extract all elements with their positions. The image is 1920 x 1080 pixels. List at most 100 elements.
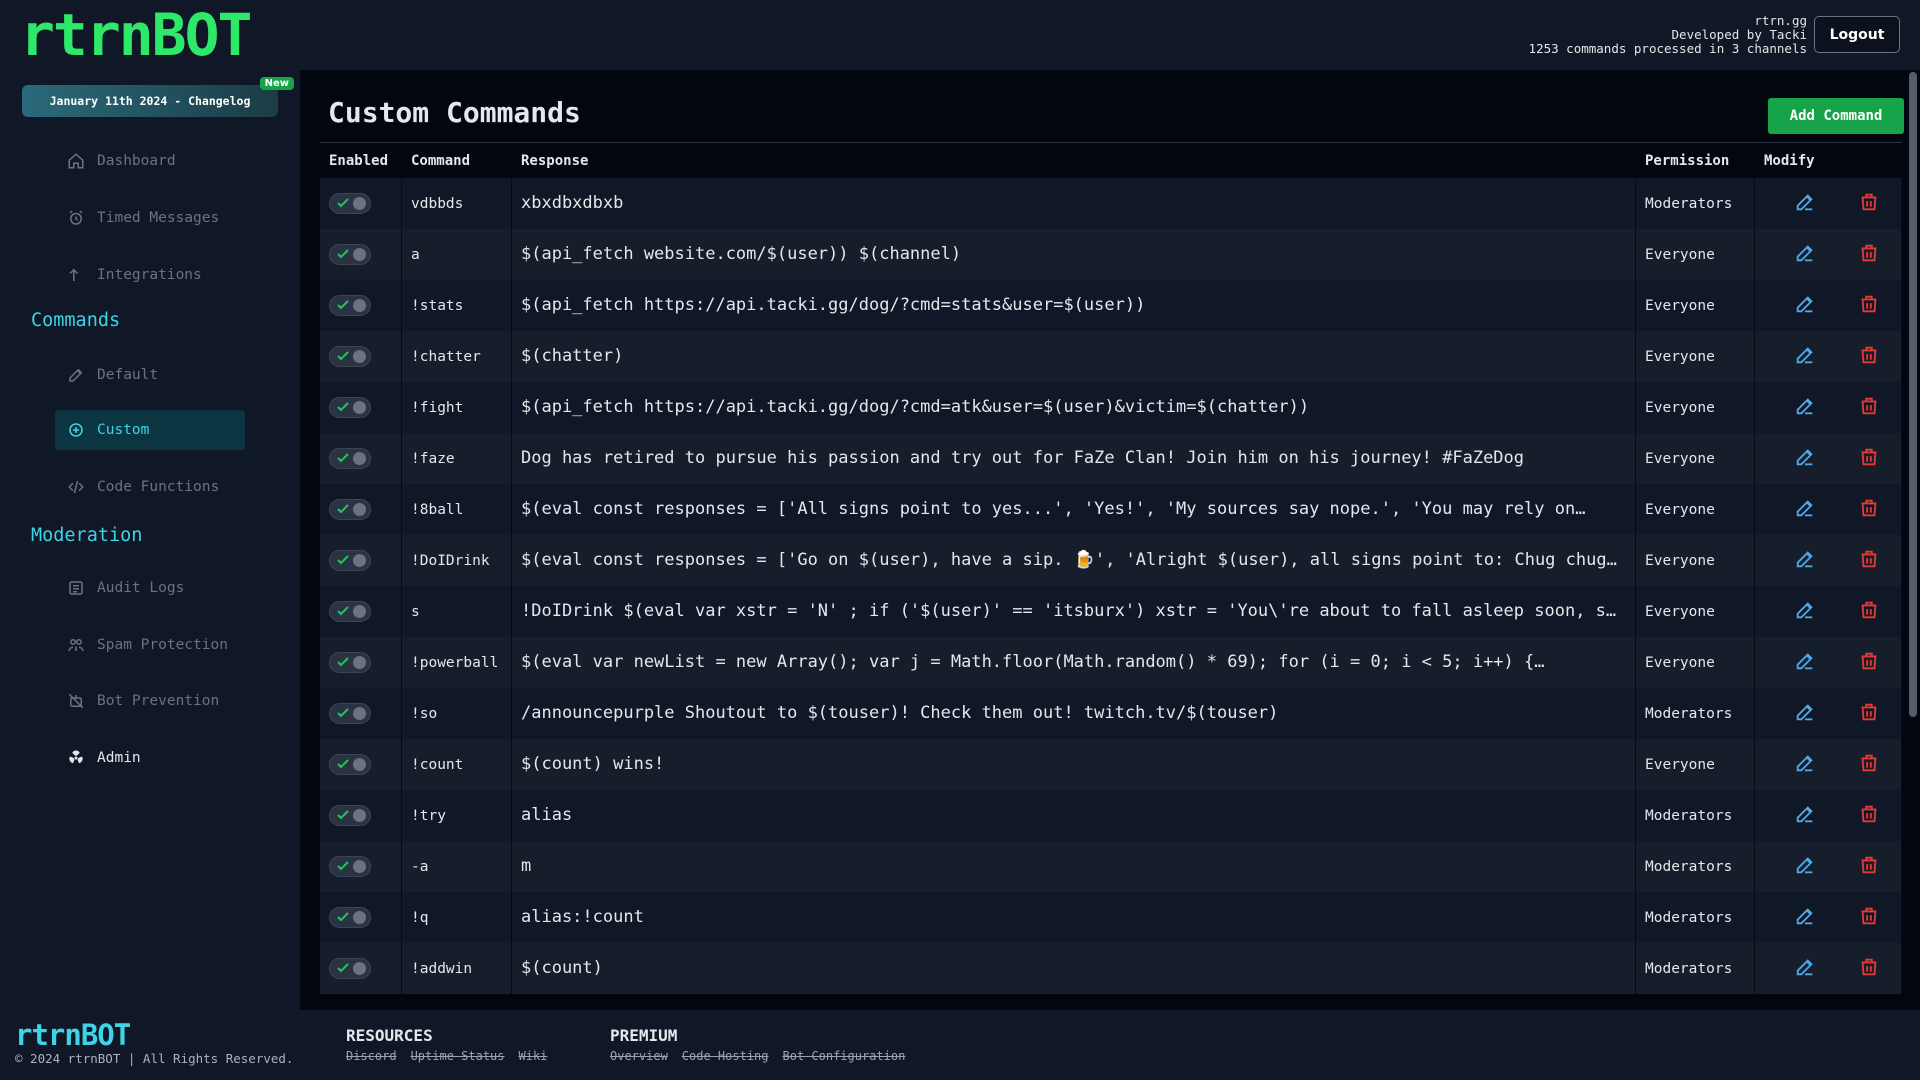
sidebar-item-spam-protection[interactable]: Spam Protection: [55, 625, 245, 665]
trash-icon[interactable]: [1858, 650, 1880, 676]
enabled-cell: [320, 688, 402, 739]
enabled-toggle[interactable]: [329, 958, 371, 979]
trash-icon[interactable]: [1858, 548, 1880, 574]
footer: rtrnBOT © 2024 rtrnBOT | All Rights Rese…: [0, 1010, 1920, 1080]
trash-icon[interactable]: [1858, 446, 1880, 472]
edit-icon[interactable]: [1794, 803, 1816, 829]
trash-icon[interactable]: [1858, 497, 1880, 523]
trash-icon[interactable]: [1858, 242, 1880, 268]
footer-link-wiki[interactable]: Wiki: [519, 1049, 548, 1063]
edit-icon[interactable]: [1794, 854, 1816, 880]
sidebar-item-label: Custom: [97, 422, 150, 438]
alarm-icon: [69, 210, 83, 225]
edit-icon[interactable]: [1794, 701, 1816, 727]
sidebar-item-bot-prevention[interactable]: Bot Prevention: [55, 681, 245, 721]
enabled-cell: [320, 943, 402, 994]
edit-icon[interactable]: [1794, 191, 1816, 217]
trash-icon[interactable]: [1858, 344, 1880, 370]
enabled-cell: [320, 790, 402, 841]
enabled-toggle[interactable]: [329, 652, 371, 673]
enabled-toggle[interactable]: [329, 601, 371, 622]
enabled-toggle[interactable]: [329, 907, 371, 928]
permission-cell: Everyone: [1636, 433, 1755, 484]
edit-icon[interactable]: [1794, 905, 1816, 931]
enabled-toggle[interactable]: [329, 703, 371, 724]
top-header: rtrnBOT rtrn.gg Developed by Tacki 1253 …: [0, 0, 1920, 70]
footer-link-discord[interactable]: Discord: [346, 1049, 397, 1063]
sidebar-item-code-functions[interactable]: Code Functions: [55, 467, 245, 507]
trash-icon[interactable]: [1858, 752, 1880, 778]
sidebar-item-dashboard[interactable]: Dashboard: [55, 141, 245, 181]
enabled-toggle[interactable]: [329, 244, 371, 265]
enabled-toggle[interactable]: [329, 193, 371, 214]
toggle-knob: [353, 707, 366, 720]
trash-icon[interactable]: [1858, 293, 1880, 319]
add-command-button[interactable]: Add Command: [1768, 98, 1904, 134]
enabled-toggle[interactable]: [329, 397, 371, 418]
sidebar-item-integrations[interactable]: Integrations: [55, 255, 245, 295]
edit-icon[interactable]: [1794, 446, 1816, 472]
trash-icon[interactable]: [1858, 701, 1880, 727]
toggle-knob: [353, 962, 366, 975]
edit-icon[interactable]: [1794, 242, 1816, 268]
trash-icon[interactable]: [1858, 956, 1880, 982]
response-cell: alias:!count: [512, 892, 1636, 943]
enabled-toggle[interactable]: [329, 346, 371, 367]
sidebar-item-label: Code Functions: [97, 479, 220, 495]
trash-icon[interactable]: [1858, 854, 1880, 880]
edit-icon[interactable]: [1794, 497, 1816, 523]
logo[interactable]: rtrnBOT: [20, 2, 252, 68]
edit-icon[interactable]: [1794, 344, 1816, 370]
footer-link-uptime-status[interactable]: Uptime Status: [411, 1049, 505, 1063]
enabled-toggle[interactable]: [329, 295, 371, 316]
command-cell: !q: [402, 892, 512, 943]
footer-copyright: © 2024 rtrnBOT | All Rights Reserved.: [15, 1051, 294, 1066]
column-header-enabled: Enabled: [329, 152, 389, 169]
footer-link-overview[interactable]: Overview: [610, 1049, 668, 1063]
sidebar-item-admin[interactable]: Admin: [55, 738, 245, 778]
header-info: rtrn.gg Developed by Tacki 1253 commands…: [1529, 14, 1807, 56]
logout-button[interactable]: Logout: [1814, 16, 1900, 53]
trash-icon[interactable]: [1858, 803, 1880, 829]
sidebar-item-default[interactable]: Default: [55, 355, 245, 395]
check-icon: [337, 249, 349, 259]
edit-icon[interactable]: [1794, 956, 1816, 982]
response-cell: $(api_fetch https://api.tacki.gg/dog/?cm…: [512, 280, 1636, 331]
toggle-knob: [353, 197, 366, 210]
trash-icon[interactable]: [1858, 395, 1880, 421]
edit-icon[interactable]: [1794, 752, 1816, 778]
enabled-toggle[interactable]: [329, 805, 371, 826]
sidebar-item-custom[interactable]: Custom: [55, 410, 245, 450]
trash-icon[interactable]: [1858, 191, 1880, 217]
main-content: Custom Commands Add Command Enabled Comm…: [318, 70, 1908, 1010]
permission-cell: Everyone: [1636, 229, 1755, 280]
footer-logo: rtrnBOT: [15, 1018, 131, 1052]
trash-icon[interactable]: [1858, 599, 1880, 625]
enabled-toggle[interactable]: [329, 448, 371, 469]
trash-icon[interactable]: [1858, 905, 1880, 931]
command-cell: !DoIDrink: [402, 535, 512, 586]
toggle-knob: [353, 401, 366, 414]
enabled-toggle[interactable]: [329, 550, 371, 571]
footer-link-code-hosting[interactable]: Code Hosting: [682, 1049, 769, 1063]
footer-link-bot-configuration[interactable]: Bot Configuration: [783, 1049, 906, 1063]
sidebar-item-timed-messages[interactable]: Timed Messages: [55, 198, 245, 238]
scrollbar[interactable]: [1909, 72, 1917, 717]
enabled-toggle[interactable]: [329, 499, 371, 520]
edit-icon[interactable]: [1794, 548, 1816, 574]
radiation-icon: [69, 750, 83, 764]
enabled-toggle[interactable]: [329, 856, 371, 877]
command-cell: s: [402, 586, 512, 637]
footer-resources: RESOURCES Discord Uptime Status Wiki: [346, 1026, 561, 1064]
table-row: !powerball $(eval var newList = new Array…: [320, 637, 1902, 688]
enabled-toggle[interactable]: [329, 754, 371, 775]
edit-icon[interactable]: [1794, 395, 1816, 421]
changelog-banner[interactable]: January 11th 2024 - Changelog New: [22, 77, 294, 117]
sidebar: January 11th 2024 - Changelog New Dashbo…: [0, 70, 300, 1010]
check-icon: [337, 759, 349, 769]
sidebar-item-audit-logs[interactable]: Audit Logs: [55, 568, 245, 608]
edit-icon[interactable]: [1794, 650, 1816, 676]
permission-cell: Moderators: [1636, 841, 1755, 892]
edit-icon[interactable]: [1794, 599, 1816, 625]
edit-icon[interactable]: [1794, 293, 1816, 319]
